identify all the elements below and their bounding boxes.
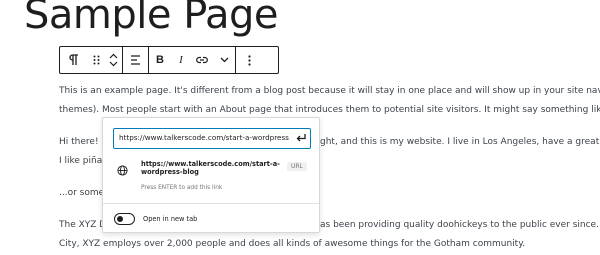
paragraph-text[interactable]: as been providing quality doohickeys to … <box>320 216 600 235</box>
paragraph-icon[interactable] <box>60 47 88 73</box>
block-type-group <box>60 47 122 73</box>
paragraph-text[interactable]: ...or some <box>59 184 104 203</box>
suggestion-hint: Press ENTER to add this link <box>141 185 223 191</box>
page-title[interactable]: Sample Page <box>24 0 279 38</box>
move-up-down-icon[interactable] <box>104 47 122 73</box>
italic-button[interactable]: I <box>171 47 191 73</box>
paragraph-text[interactable]: The XYZ D <box>59 216 104 235</box>
globe-icon <box>117 163 128 181</box>
paragraph-text[interactable]: City, XYZ employs over 2,000 people and … <box>59 235 600 254</box>
url-input-value: https://www.talkerscode.com/start-a-word… <box>119 133 289 142</box>
more-vertical-icon[interactable] <box>236 47 262 73</box>
drag-handle-icon[interactable] <box>88 47 104 73</box>
paragraph-text[interactable]: ght, and this is my website. I live in L… <box>320 133 600 152</box>
link-popover: https://www.talkerscode.com/start-a-word… <box>102 117 320 233</box>
suggestion-title: https://www.talkerscode.com/start-a-word… <box>141 160 280 176</box>
options-group <box>236 47 262 73</box>
format-group: B I <box>149 47 235 73</box>
link-suggestion[interactable]: https://www.talkerscode.com/start-a-word… <box>109 156 315 191</box>
paragraph-text[interactable]: I like piña <box>59 152 104 171</box>
chevron-down-icon[interactable] <box>213 47 235 73</box>
bold-button[interactable]: B <box>149 47 171 73</box>
enter-icon[interactable] <box>295 132 307 148</box>
popover-divider <box>103 203 319 204</box>
toggle-knob <box>117 215 123 222</box>
paragraph-text[interactable]: This is an example page. It's different … <box>59 82 600 101</box>
align-group <box>123 47 148 73</box>
url-type-badge: URL <box>287 162 307 171</box>
link-icon[interactable] <box>191 47 213 73</box>
block-toolbar: B I <box>59 46 279 74</box>
new-tab-label: Open in new tab <box>143 215 198 223</box>
new-tab-toggle[interactable] <box>114 213 135 225</box>
url-input[interactable]: https://www.talkerscode.com/start-a-word… <box>113 128 311 149</box>
align-left-icon[interactable] <box>123 47 148 73</box>
